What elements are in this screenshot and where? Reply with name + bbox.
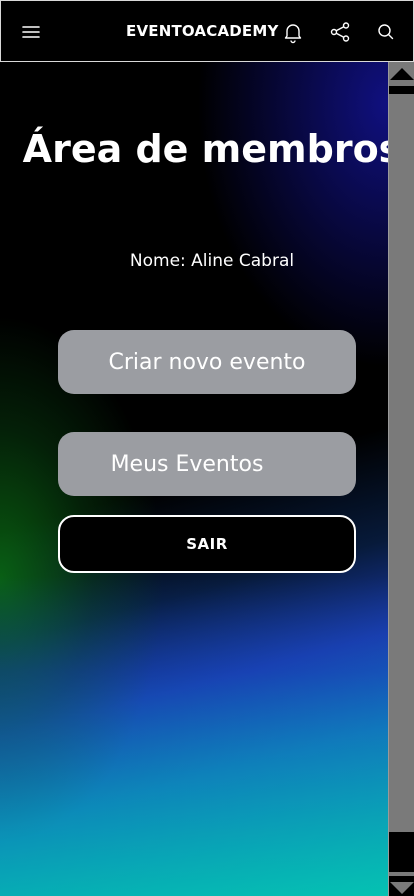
- app-header: EVENTOACADEMY: [0, 0, 414, 62]
- arrow-up-icon: [390, 68, 414, 80]
- menu-icon[interactable]: [19, 20, 43, 44]
- create-event-label: Criar novo evento: [108, 349, 306, 375]
- arrow-down-icon: [390, 882, 414, 894]
- scroll-up-button[interactable]: [389, 62, 414, 96]
- member-name: Nome: Aline Cabral: [129, 251, 295, 271]
- members-area: Área de membros Nome: Aline Cabral Criar…: [0, 62, 388, 896]
- bell-icon[interactable]: [281, 20, 305, 44]
- exit-label: SAIR: [186, 535, 228, 553]
- my-events-label: Meus Eventos: [110, 451, 264, 477]
- share-icon[interactable]: [328, 20, 352, 44]
- scrollbar[interactable]: [388, 62, 414, 896]
- exit-button[interactable]: SAIR: [58, 515, 356, 573]
- search-icon[interactable]: [374, 20, 398, 44]
- create-event-button[interactable]: Criar novo evento: [58, 330, 356, 394]
- my-events-button[interactable]: Meus Eventos: [58, 432, 356, 496]
- scroll-thumb[interactable]: [389, 96, 414, 832]
- scroll-bottom-bar: [389, 872, 414, 876]
- brand-title[interactable]: EVENTOACADEMY: [126, 21, 279, 41]
- scroll-down-button[interactable]: [389, 832, 414, 896]
- page-title: Área de membros: [22, 127, 388, 171]
- scroll-top-bar: [389, 86, 414, 94]
